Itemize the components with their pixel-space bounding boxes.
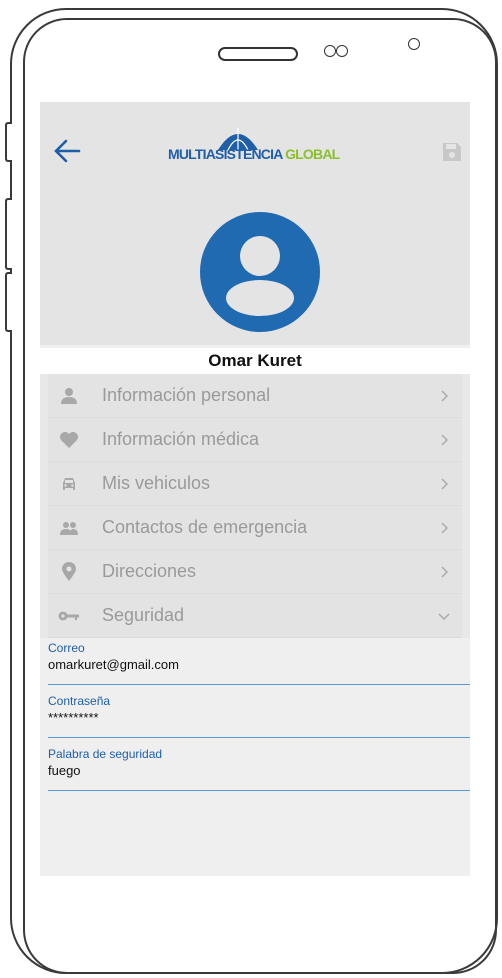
menu-item-emergency-contacts[interactable]: Contactos de emergencia [48, 506, 462, 550]
phone-volume-up-button [5, 198, 12, 270]
avatar-icon[interactable] [200, 212, 320, 332]
chevron-right-icon [436, 564, 452, 580]
chevron-right-icon [436, 476, 452, 492]
password-input[interactable] [48, 710, 458, 725]
chevron-right-icon [436, 388, 452, 404]
security-form: Correo Contraseña Palabra de seguridad [40, 632, 470, 791]
security-word-label: Palabra de seguridad [48, 747, 163, 761]
brand-logo: MULTIASISTENCIA GLOBAL [168, 124, 358, 168]
menu-item-label: Direcciones [102, 561, 197, 581]
car-icon [58, 473, 80, 495]
logo-text-primary: MULTIASISTENCIA [168, 146, 283, 162]
password-label: Contraseña [48, 694, 111, 708]
back-arrow-icon[interactable] [52, 136, 82, 166]
phone-sensor [324, 45, 336, 57]
chevron-down-icon [436, 608, 452, 624]
save-icon[interactable] [440, 140, 464, 164]
menu-item-vehicles[interactable]: Mis vehiculos [48, 462, 462, 506]
key-icon [58, 605, 80, 627]
app-screen: MULTIASISTENCIA GLOBAL Omar Kuret Inform… [40, 102, 470, 876]
phone-side-button [5, 122, 12, 162]
menu-item-addresses[interactable]: Direcciones [48, 550, 462, 594]
menu-item-label: Información personal [102, 385, 271, 405]
group-icon [58, 517, 80, 539]
password-field: Contraseña [48, 685, 470, 738]
phone-camera [408, 38, 420, 50]
chevron-right-icon [436, 520, 452, 536]
menu-item-label: Información médica [102, 429, 260, 449]
phone-speaker [218, 47, 298, 61]
phone-sensor [336, 45, 348, 57]
menu-item-label: Mis vehiculos [102, 473, 211, 493]
location-pin-icon [58, 561, 80, 583]
security-word-field: Palabra de seguridad [48, 738, 470, 791]
security-word-input[interactable] [48, 763, 458, 778]
heart-icon [58, 429, 80, 451]
chevron-right-icon [436, 432, 452, 448]
menu-item-personal-info[interactable]: Información personal [48, 374, 462, 418]
email-label: Correo [48, 641, 85, 655]
phone-volume-down-button [5, 272, 12, 332]
logo-text-secondary: GLOBAL [285, 146, 340, 162]
email-input[interactable] [48, 657, 458, 672]
menu-item-medical-info[interactable]: Información médica [48, 418, 462, 462]
profile-header: MULTIASISTENCIA GLOBAL [40, 102, 470, 345]
menu-item-label: Contactos de emergencia [102, 517, 308, 537]
profile-menu: Información personal Información médica … [40, 374, 470, 638]
user-name: Omar Kuret [40, 348, 470, 374]
person-icon [58, 385, 80, 407]
email-field: Correo [48, 632, 470, 685]
menu-item-label: Seguridad [102, 605, 185, 625]
brand-logo-text: MULTIASISTENCIA GLOBAL [168, 146, 340, 162]
